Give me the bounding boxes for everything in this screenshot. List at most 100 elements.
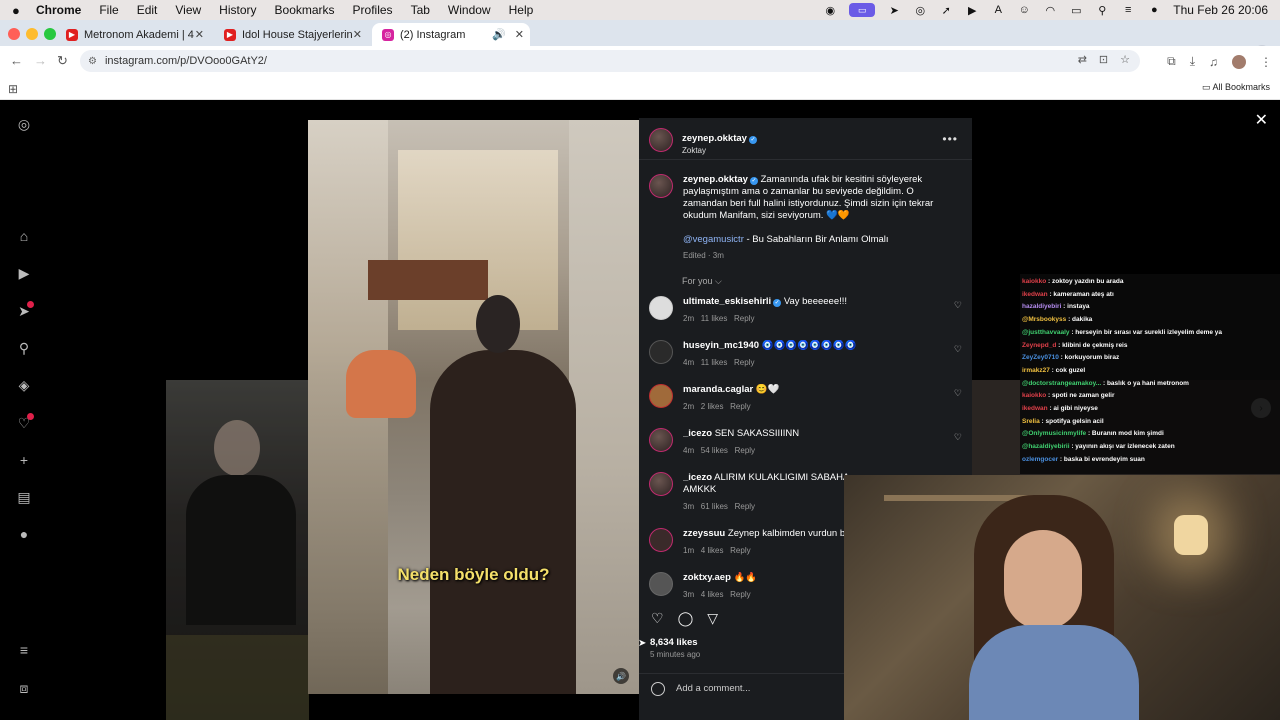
- close-tab-icon[interactable]: ✕: [353, 28, 362, 41]
- music-handle-link[interactable]: @vegamusictr: [683, 234, 744, 245]
- chat-username[interactable]: ozlemgocer: [1022, 456, 1058, 463]
- airdrop-icon[interactable]: ◎: [913, 4, 927, 17]
- tab-idol-house[interactable]: ▶ Idol House Stajyerlerini Yakın ✕: [214, 23, 368, 46]
- zoom-window-button[interactable]: [44, 28, 56, 40]
- close-window-button[interactable]: [8, 28, 20, 40]
- comment-bubble-icon[interactable]: ◯: [678, 610, 694, 627]
- profile-avatar[interactable]: [1232, 54, 1246, 69]
- menu-window[interactable]: Window: [448, 3, 491, 17]
- post-video[interactable]: Neden böyle oldu? 🔊: [308, 120, 639, 694]
- all-bookmarks[interactable]: ▭ All Bookmarks: [1202, 82, 1270, 93]
- comment-avatar[interactable]: [649, 340, 673, 364]
- menubar-clock[interactable]: Thu Feb 26 20:06: [1173, 3, 1268, 17]
- caption-avatar[interactable]: [649, 174, 673, 198]
- tab-instagram[interactable]: ◎ (2) Instagram 🔊 ✕: [372, 23, 530, 46]
- reply-button[interactable]: Reply: [735, 446, 755, 455]
- comment-username[interactable]: maranda.caglar: [683, 384, 753, 395]
- comment-likes[interactable]: 11 likes: [701, 358, 728, 367]
- back-icon[interactable]: ←: [10, 53, 23, 68]
- apple-icon[interactable]: ●: [12, 3, 26, 18]
- like-comment-icon[interactable]: ♡: [954, 300, 962, 311]
- reply-button[interactable]: Reply: [735, 502, 755, 511]
- explore-icon[interactable]: ◈: [16, 377, 32, 393]
- chat-username[interactable]: ZeyZey0710: [1022, 354, 1059, 361]
- instagram-logo-icon[interactable]: ◎: [16, 116, 32, 132]
- menu-history[interactable]: History: [219, 3, 256, 17]
- chat-username[interactable]: @doctorstrangeamakoy...: [1022, 380, 1101, 387]
- close-post-icon[interactable]: ✕: [1255, 110, 1268, 130]
- like-comment-icon[interactable]: ♡: [954, 344, 962, 355]
- bookmark-star-icon[interactable]: ☆: [1120, 53, 1130, 66]
- comment-username[interactable]: _icezo: [683, 428, 712, 439]
- menu-help[interactable]: Help: [509, 3, 534, 17]
- menu-view[interactable]: View: [175, 3, 201, 17]
- volume-icon[interactable]: 🔊: [613, 668, 629, 684]
- comment-likes[interactable]: 61 likes: [701, 502, 728, 511]
- screen-share-icon[interactable]: ▭: [849, 3, 876, 17]
- minimize-window-button[interactable]: [26, 28, 38, 40]
- location-icon[interactable]: ➚: [939, 4, 953, 17]
- siri-icon[interactable]: ●: [1147, 4, 1161, 16]
- search-icon[interactable]: ⚲: [16, 340, 32, 356]
- dashboard-icon[interactable]: ▤: [16, 489, 32, 505]
- audio-playing-icon[interactable]: 🔊: [492, 28, 506, 41]
- create-icon[interactable]: +: [16, 452, 32, 468]
- comment-username[interactable]: zzeyssuu: [683, 528, 725, 539]
- telegram-icon[interactable]: ➤: [887, 4, 901, 17]
- comment-username[interactable]: ultimate_eskisehirli: [683, 296, 771, 307]
- more-options-icon[interactable]: •••: [942, 132, 958, 146]
- battery-icon[interactable]: ▭: [1069, 4, 1083, 17]
- play-icon[interactable]: ▶: [965, 4, 979, 17]
- comment-avatar[interactable]: [649, 428, 673, 452]
- reply-button[interactable]: Reply: [730, 590, 750, 599]
- comment-sort-dropdown[interactable]: For you ⌵: [682, 276, 722, 287]
- chat-username[interactable]: irmakz27: [1022, 367, 1050, 374]
- like-comment-icon[interactable]: ♡: [954, 432, 962, 443]
- likes-count[interactable]: 8,634 likes: [650, 637, 698, 648]
- comment-username[interactable]: _icezo: [683, 472, 712, 483]
- close-tab-icon[interactable]: ✕: [195, 28, 204, 41]
- author-avatar[interactable]: [649, 128, 673, 152]
- home-icon[interactable]: ⌂: [16, 228, 32, 244]
- author-subtitle[interactable]: Zoktay: [682, 146, 757, 155]
- menu-tab[interactable]: Tab: [411, 3, 430, 17]
- reply-button[interactable]: Reply: [730, 546, 750, 555]
- comment-avatar[interactable]: [649, 528, 673, 552]
- comment-avatar[interactable]: [649, 384, 673, 408]
- caption-username[interactable]: zeynep.okktay: [683, 174, 748, 185]
- chat-username[interactable]: kaiokko: [1022, 278, 1046, 285]
- chat-username[interactable]: ikedwan: [1022, 405, 1048, 412]
- menu-edit[interactable]: Edit: [137, 3, 158, 17]
- reply-button[interactable]: Reply: [734, 358, 754, 367]
- comment-likes[interactable]: 4 likes: [701, 546, 724, 555]
- comment-likes[interactable]: 4 likes: [701, 590, 724, 599]
- emoji-icon[interactable]: [651, 682, 665, 696]
- search-icon[interactable]: ⚲: [1095, 4, 1109, 17]
- close-tab-icon[interactable]: ✕: [515, 28, 524, 41]
- menu-profiles[interactable]: Profiles: [353, 3, 393, 17]
- like-comment-icon[interactable]: ♡: [954, 388, 962, 399]
- screen-record-icon[interactable]: ◉: [823, 4, 837, 17]
- chat-username[interactable]: Zeynepd_d: [1022, 342, 1056, 349]
- chat-username[interactable]: Srelia: [1022, 418, 1040, 425]
- author-username[interactable]: zeynep.okktay: [682, 133, 747, 144]
- menu-bookmarks[interactable]: Bookmarks: [275, 3, 335, 17]
- address-bar[interactable]: ⚙ instagram.com/p/DVOoo0GAtY2/ ⇄ ⊡ ☆: [80, 50, 1140, 72]
- extensions-icon[interactable]: ⧉: [1167, 54, 1176, 69]
- reload-icon[interactable]: ↻: [57, 53, 68, 69]
- forward-icon[interactable]: →: [34, 53, 47, 68]
- chat-username[interactable]: @justthavvaaly: [1022, 329, 1070, 336]
- reels-icon[interactable]: ▶: [16, 265, 32, 281]
- translate-icon[interactable]: ⇄: [1078, 53, 1087, 66]
- chat-username[interactable]: kaiokko: [1022, 392, 1046, 399]
- tab-metronom[interactable]: ▶ Metronom Akademi | 4. Bölüm ✕: [56, 23, 210, 46]
- chrome-menu-icon[interactable]: ⋮: [1260, 55, 1272, 69]
- download-icon[interactable]: ⤓: [1190, 54, 1195, 69]
- like-heart-icon[interactable]: ♡: [651, 610, 664, 627]
- comment-avatar[interactable]: [649, 572, 673, 596]
- menu-file[interactable]: File: [99, 3, 118, 17]
- url-text[interactable]: instagram.com/p/DVOoo0GAtY2/: [105, 55, 267, 67]
- comment-likes[interactable]: 11 likes: [701, 314, 728, 323]
- comment-avatar[interactable]: [649, 296, 673, 320]
- chat-username[interactable]: hazaldiyebiri: [1022, 303, 1061, 310]
